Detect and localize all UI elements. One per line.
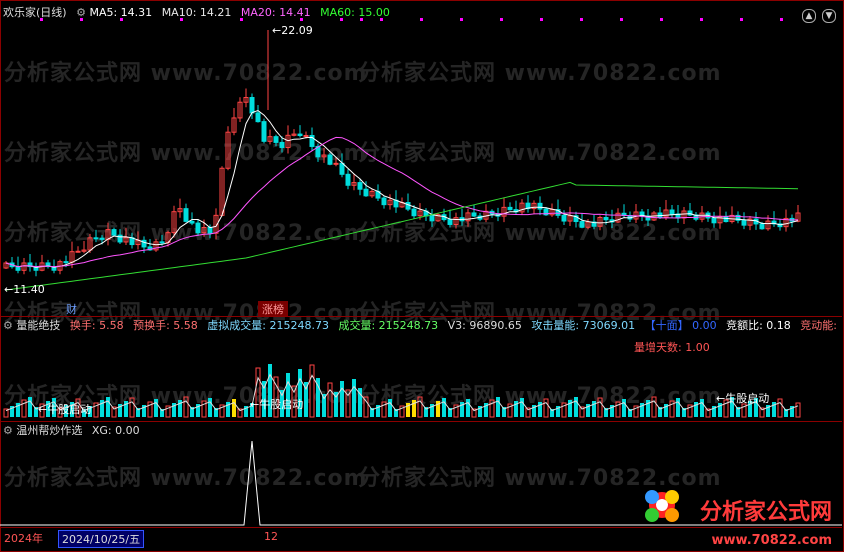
volume-bar	[28, 397, 32, 417]
volume-increase-days: 量增天数: 1.00	[634, 341, 710, 354]
turnover-value: 换手: 5.58	[69, 319, 124, 332]
site-logo: 分析家公式网	[699, 500, 832, 525]
marker-dot	[80, 18, 83, 21]
volume-bar	[388, 399, 392, 417]
limit-up-tag[interactable]: 涨榜	[258, 301, 288, 317]
volume-bar	[795, 402, 801, 418]
volume-header: ⚙ 量能绝技 换手: 5.58 预换手: 5.58 虚拟成交量: 215248.…	[0, 318, 843, 334]
marker-dot	[540, 18, 543, 21]
shimian-value: 【十面】 0.00	[644, 319, 717, 332]
marker-dot	[460, 18, 463, 21]
volume-bar	[327, 382, 333, 418]
volume-bar	[208, 398, 212, 417]
attack-volume-value: 攻击量能: 73069.01	[531, 319, 636, 332]
pre-turnover-value: 预换手: 5.58	[133, 319, 198, 332]
marker-dot	[740, 18, 743, 21]
bull-start-annotation: ←牛股启动	[250, 398, 304, 411]
volume-value: 成交量: 215248.73	[338, 319, 439, 332]
marker-dot	[700, 18, 703, 21]
volume-panel-title: 量能绝技	[16, 319, 61, 332]
bull-start-annotation: ←牛股启动	[716, 392, 770, 405]
marker-dot	[780, 18, 783, 21]
volume-bar	[622, 399, 626, 417]
volume-bar	[574, 397, 578, 417]
volume-bar	[676, 398, 680, 417]
volume-bar	[154, 399, 158, 417]
volume-bar	[417, 396, 423, 418]
logo-icon	[645, 490, 679, 522]
settings-icon[interactable]: ⚙	[3, 424, 13, 437]
bid-ratio-value: 竞额比: 0.18	[726, 319, 791, 332]
low-price-label: ←11.40	[4, 283, 45, 296]
marker-dot	[120, 18, 123, 21]
finance-tag[interactable]: 财	[66, 301, 77, 317]
marker-dot	[580, 18, 583, 21]
panel-divider	[0, 421, 842, 422]
volume-bar	[597, 397, 603, 418]
marker-dot	[660, 18, 663, 21]
time-axis: 2024年 2024/10/25/五 12	[0, 527, 842, 548]
high-price-label: ←22.09	[272, 24, 313, 37]
panel-divider	[0, 316, 842, 317]
volume-bar	[183, 396, 189, 418]
volume-bar	[543, 398, 549, 418]
price-chart	[3, 18, 801, 291]
marker-dot	[300, 18, 303, 21]
bull-start-annotation: ←牛股启动	[38, 403, 92, 416]
volume-bar	[129, 397, 135, 418]
volume-bar	[520, 398, 524, 417]
marker-dot	[620, 18, 623, 21]
volume-bar	[466, 399, 470, 417]
marker-dot	[420, 18, 423, 21]
volume-chart	[3, 364, 801, 418]
marker-dot	[180, 18, 183, 21]
virtual-volume-value: 虚拟成交量: 215248.73	[207, 319, 329, 332]
marker-dot	[40, 18, 43, 21]
settings-icon[interactable]: ⚙	[3, 319, 13, 332]
marker-dot	[360, 18, 363, 21]
bid-momentum-label: 竞动能:	[800, 319, 837, 332]
volume-bar	[232, 399, 236, 417]
volume-bar	[700, 399, 704, 417]
volume-bar	[352, 379, 356, 417]
v3-value: V3: 96890.65	[447, 319, 522, 332]
volume-bar	[651, 396, 657, 418]
marker-dot	[500, 18, 503, 21]
marker-dot	[380, 18, 383, 21]
tick-label: 12	[264, 530, 278, 543]
marker-dot	[340, 18, 343, 21]
volume-bar	[442, 398, 446, 417]
volume-bar	[309, 364, 315, 418]
current-date-label[interactable]: 2024/10/25/五	[58, 530, 145, 548]
ma5-line	[5, 109, 799, 268]
volume-bar	[106, 397, 110, 417]
marker-dot	[240, 18, 243, 21]
volume-bar	[777, 398, 783, 418]
volume-bar	[496, 397, 500, 417]
year-label: 2024年	[4, 532, 43, 545]
volume-bar	[340, 381, 344, 417]
